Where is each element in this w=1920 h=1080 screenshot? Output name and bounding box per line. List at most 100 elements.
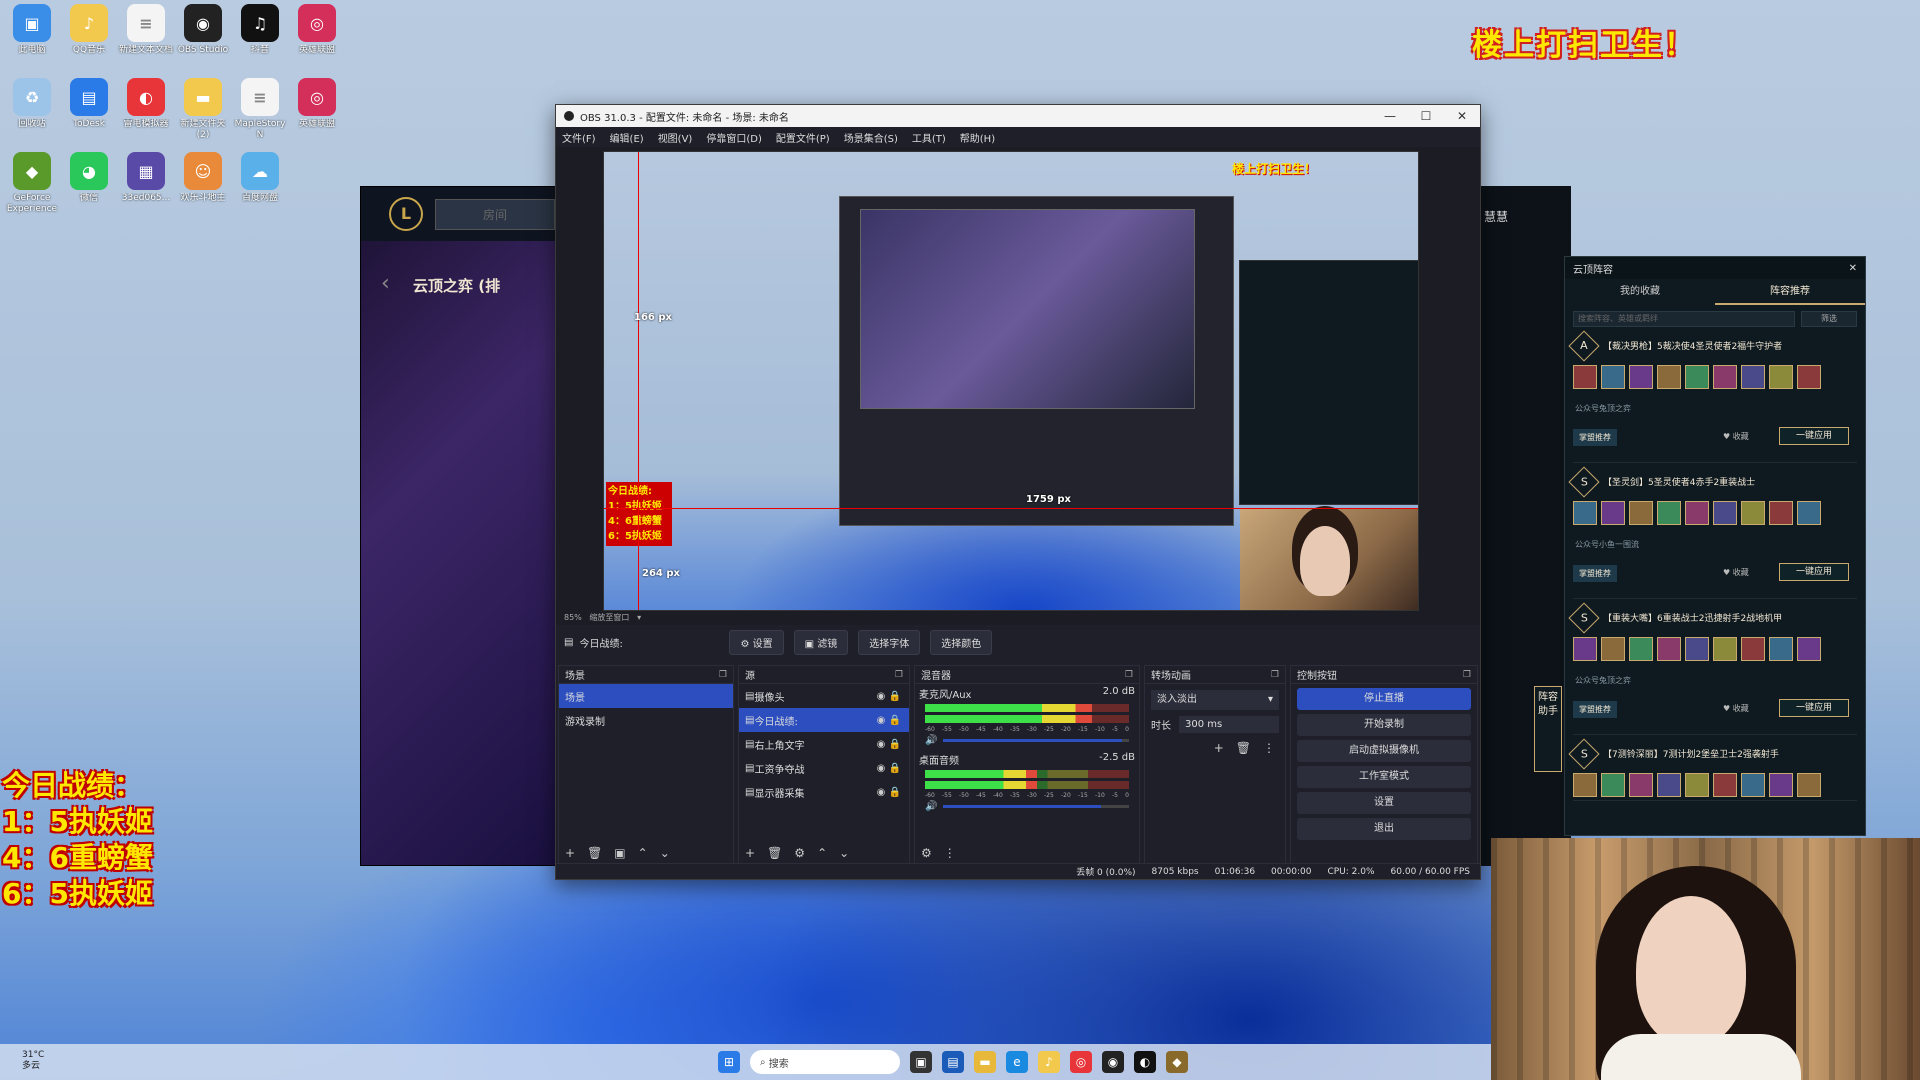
start-icon[interactable]: ⊞ bbox=[718, 1051, 740, 1073]
menu-item[interactable]: 编辑(E) bbox=[610, 130, 644, 145]
qq-music-icon[interactable]: ♪ bbox=[1038, 1051, 1060, 1073]
exit-button[interactable]: 退出 bbox=[1297, 818, 1471, 840]
visibility-lock-icons[interactable]: ◉ 🔒 bbox=[877, 691, 901, 702]
more-icon[interactable]: ⋮ bbox=[944, 846, 956, 860]
comp-card[interactable]: A 【裁决男枪】5裁决使4圣灵使者2福牛守护者 公众号兔顶之弈 掌盟推荐 ♥ 收藏 一键应… bbox=[1568, 330, 1857, 463]
zoom-mode-select[interactable]: 缩放至窗口 bbox=[589, 613, 629, 622]
visibility-lock-icons[interactable]: ◉ 🔒 bbox=[877, 739, 901, 750]
room-button[interactable]: 房间 bbox=[435, 198, 555, 230]
duration-input[interactable]: 300 ms bbox=[1179, 716, 1279, 733]
desktop-icon[interactable]: ▬ 新建文件夹 (2) bbox=[173, 78, 233, 141]
comp-search-input[interactable]: 搜索阵容、英雄或羁绊 bbox=[1573, 311, 1795, 327]
close-icon[interactable]: ✕ bbox=[1849, 263, 1857, 274]
taskbar-search[interactable]: ⌕ 搜索 bbox=[750, 1050, 900, 1074]
minimize-button[interactable]: — bbox=[1372, 109, 1408, 123]
desktop-icon[interactable]: ▣ 此电脑 bbox=[2, 4, 62, 67]
edge-icon[interactable]: e bbox=[1006, 1051, 1028, 1073]
desktop-icon[interactable]: ☁ 百度网盘 bbox=[230, 152, 290, 215]
menu-item[interactable]: 帮助(H) bbox=[960, 130, 995, 145]
desktop-icon[interactable]: ▦ 33ed065... bbox=[116, 152, 176, 215]
desktop-icon[interactable]: ≡ 新建文本文档 bbox=[116, 4, 176, 67]
source-settings-button[interactable]: ⚙ 设置 bbox=[729, 629, 784, 655]
desktop-icon[interactable]: ◎ 英雄联盟 bbox=[287, 78, 347, 141]
preview-canvas[interactable]: 楼上打扫卫生！ 今日战绩: 1：5执妖姬 4：6重螃蟹 6：5执妖姬 1759 … bbox=[603, 151, 1419, 611]
desktop-icon[interactable]: ◕ 微信 bbox=[59, 152, 119, 215]
desktop-icon[interactable]: ▤ ToDesk bbox=[59, 78, 119, 141]
transition-select[interactable]: 淡入淡出 ▾ bbox=[1151, 690, 1279, 710]
desktop-icon[interactable]: ♫ 抖音 bbox=[230, 4, 290, 67]
scene-item[interactable]: 游戏录制 bbox=[559, 708, 733, 732]
preview-area[interactable]: 楼上打扫卫生！ 今日战绩: 1：5执妖姬 4：6重螃蟹 6：5执妖姬 1759 … bbox=[556, 147, 1480, 611]
up-arrow-icon[interactable]: ⌃ bbox=[817, 846, 827, 860]
desktop-icon[interactable]: ◉ OBS Studio bbox=[173, 4, 233, 67]
undock-icon[interactable]: ❐ bbox=[1125, 670, 1133, 680]
close-button[interactable]: ✕ bbox=[1444, 109, 1480, 123]
source-item[interactable]: ▤ 摄像头 ◉ 🔒 bbox=[739, 684, 909, 708]
menu-item[interactable]: 配置文件(P) bbox=[776, 130, 830, 145]
lol-client-window[interactable]: L 房间 ‹ 云顶之弈 (排 bbox=[360, 186, 560, 866]
selected-source-box[interactable]: 今日战绩: 1：5执妖姬 4：6重螃蟹 6：5执妖姬 bbox=[606, 482, 672, 546]
add-icon[interactable]: + bbox=[1214, 741, 1224, 755]
undock-icon[interactable]: ❐ bbox=[895, 670, 903, 680]
obs-icon[interactable]: ◉ bbox=[1102, 1051, 1124, 1073]
weather-widget[interactable]: 31°C 多云 bbox=[22, 1050, 44, 1072]
lol-logo-icon[interactable]: L bbox=[389, 197, 423, 231]
speaker-icon[interactable]: 🔊 bbox=[925, 735, 937, 746]
source-item[interactable]: ▤ 工资争夺战 ◉ 🔒 bbox=[739, 756, 909, 780]
back-arrow-icon[interactable]: ‹ bbox=[381, 271, 390, 296]
add-icon[interactable]: + bbox=[745, 846, 755, 860]
stop-streaming-button[interactable]: 停止直播 bbox=[1297, 688, 1471, 710]
netease-music-icon[interactable]: ◎ bbox=[1070, 1051, 1092, 1073]
scene-item[interactable]: 场景 bbox=[559, 684, 733, 708]
visibility-lock-icons[interactable]: ◉ 🔒 bbox=[877, 715, 901, 726]
desktop-icon[interactable]: ≡ MapleStory N bbox=[230, 78, 290, 141]
visibility-lock-icons[interactable]: ◉ 🔒 bbox=[877, 787, 901, 798]
store-icon[interactable]: ▤ bbox=[942, 1051, 964, 1073]
down-arrow-icon[interactable]: ⌄ bbox=[660, 846, 670, 860]
volume-slider[interactable] bbox=[943, 805, 1129, 808]
gear-icon[interactable]: ⚙ bbox=[794, 846, 805, 860]
trash-icon[interactable]: 🗑 bbox=[767, 846, 782, 860]
add-icon[interactable]: + bbox=[565, 846, 575, 860]
comp-card[interactable]: S 【圣灵剑】5圣灵使者4赤手2重装战士 公众号小鱼一围流 掌盟推荐 ♥ 收藏 一键应用 bbox=[1568, 466, 1857, 599]
select-color-button[interactable]: 选择颜色 bbox=[930, 629, 993, 655]
settings-button[interactable]: 设置 bbox=[1297, 792, 1471, 814]
comp-card[interactable]: S 【重装大嘴】6重装战士2迅捷射手2战地机甲 公众号兔顶之弈 掌盟推荐 ♥ 收藏 一键应… bbox=[1568, 602, 1857, 735]
studio-mode-button[interactable]: 工作室模式 bbox=[1297, 766, 1471, 788]
favorite-button[interactable]: ♥ 收藏 bbox=[1723, 703, 1749, 714]
menu-item[interactable]: 停靠窗口(D) bbox=[706, 130, 762, 145]
speaker-icon[interactable]: 🔊 bbox=[925, 801, 937, 812]
apply-comp-button[interactable]: 一键应用 bbox=[1779, 427, 1849, 445]
trash-icon[interactable]: 🗑 bbox=[587, 846, 602, 860]
apply-comp-button[interactable]: 一键应用 bbox=[1779, 563, 1849, 581]
source-filters-button[interactable]: ▣ 滤镜 bbox=[793, 629, 849, 655]
filter-dropdown[interactable]: 筛选 bbox=[1801, 311, 1857, 327]
start-recording-button[interactable]: 开始录制 bbox=[1297, 714, 1471, 736]
source-item[interactable]: ▤ 右上角文字 ◉ 🔒 bbox=[739, 732, 909, 756]
comp-card[interactable]: S 【7测铃深丽】7测计划2堡垒卫士2强袭射手 bbox=[1568, 738, 1857, 801]
desktop-icon[interactable]: ♪ QQ音乐 bbox=[59, 4, 119, 67]
tab-recommended[interactable]: 阵容推荐 bbox=[1715, 279, 1865, 305]
apply-comp-button[interactable]: 一键应用 bbox=[1779, 699, 1849, 717]
gear-icon[interactable]: ⚙ bbox=[921, 846, 932, 860]
start-virtual-camera-button[interactable]: 启动虚拟摄像机 bbox=[1297, 740, 1471, 762]
select-font-button[interactable]: 选择字体 bbox=[858, 629, 921, 655]
desktop-icon[interactable]: ◎ 英雄联盟 bbox=[287, 4, 347, 67]
maximize-button[interactable]: ☐ bbox=[1408, 109, 1444, 123]
filter-icon[interactable]: ▣ bbox=[614, 846, 625, 860]
lol-icon[interactable]: ◆ bbox=[1166, 1051, 1188, 1073]
undock-icon[interactable]: ❐ bbox=[719, 670, 727, 680]
visibility-lock-icons[interactable]: ◉ 🔒 bbox=[877, 763, 901, 774]
volume-slider[interactable] bbox=[943, 739, 1129, 742]
trash-icon[interactable]: 🗑 bbox=[1236, 741, 1251, 755]
comp-helper-tab[interactable]: 阵容助手 bbox=[1534, 686, 1562, 772]
task-view-icon[interactable]: ▣ bbox=[910, 1051, 932, 1073]
desktop-icon[interactable]: ☺ 欢乐斗地主 bbox=[173, 152, 233, 215]
chevron-down-icon[interactable]: ▾ bbox=[637, 613, 641, 622]
down-arrow-icon[interactable]: ⌄ bbox=[839, 846, 849, 860]
menu-item[interactable]: 文件(F) bbox=[562, 130, 596, 145]
undock-icon[interactable]: ❐ bbox=[1271, 670, 1279, 680]
desktop-icon[interactable]: ♻ 回收站 bbox=[2, 78, 62, 141]
favorite-button[interactable]: ♥ 收藏 bbox=[1723, 431, 1749, 442]
menu-item[interactable]: 视图(V) bbox=[658, 130, 693, 145]
